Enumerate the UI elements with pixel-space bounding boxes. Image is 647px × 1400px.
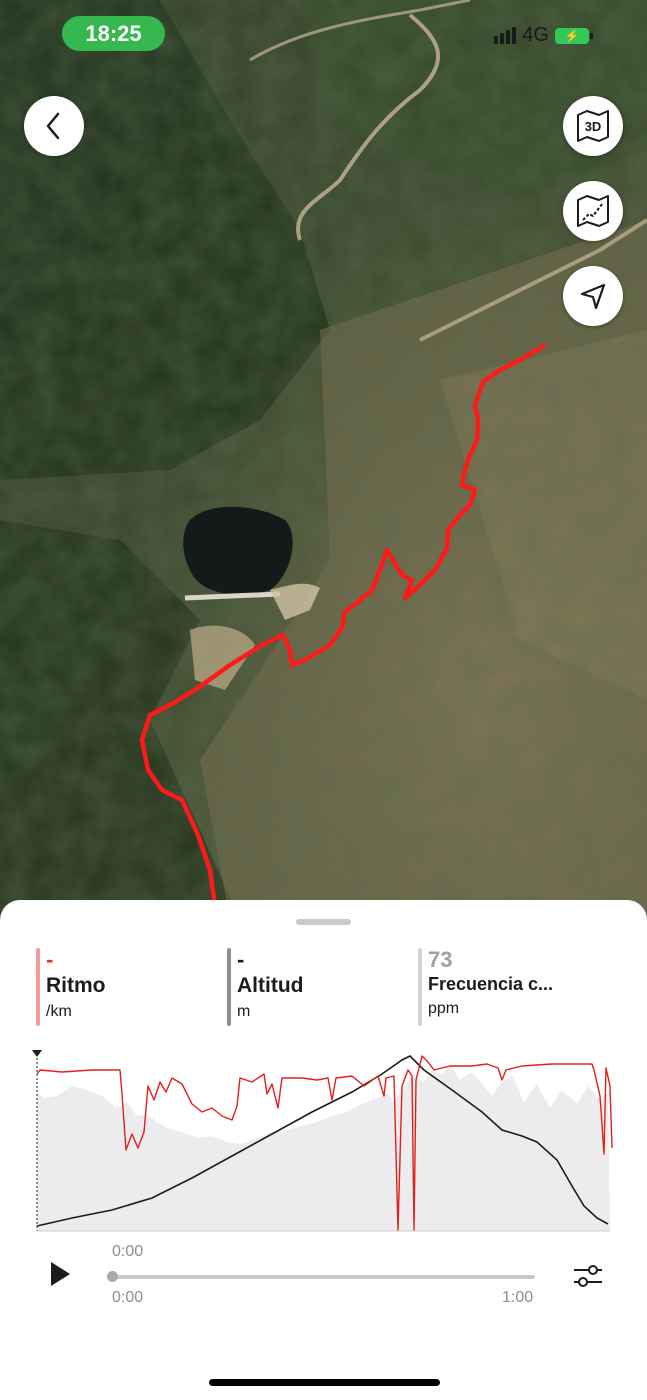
metric-heart-rate[interactable]: 73 Frecuencia c... ppm: [418, 948, 628, 1026]
sliders-icon: [574, 1265, 602, 1287]
metric-pace-name: Ritmo: [46, 974, 106, 997]
home-indicator[interactable]: [209, 1379, 440, 1386]
metric-pace[interactable]: - Ritmo /km: [36, 948, 226, 1026]
map-3d-label: 3D: [585, 119, 602, 134]
timeline-scrubber-knob[interactable]: [107, 1271, 118, 1282]
end-time-label: 1:00: [502, 1289, 534, 1306]
metric-heart-rate-value: 73: [428, 947, 453, 972]
metric-altitude-unit: m: [237, 1003, 251, 1020]
metric-pace-value: -: [46, 947, 54, 972]
chevron-left-icon: [46, 112, 60, 140]
locate-button[interactable]: [563, 266, 623, 326]
terrain-map-image: [0, 0, 647, 920]
play-icon: [51, 1262, 70, 1286]
satellite-map[interactable]: [0, 0, 647, 920]
map-3d-button[interactable]: 3D: [563, 96, 623, 156]
playhead-marker: [32, 1050, 42, 1057]
navigation-arrow-icon: [580, 283, 606, 310]
map-3d-icon: 3D: [577, 110, 609, 142]
metric-pace-unit: /km: [46, 1003, 72, 1020]
metric-altitude-name: Altitud: [237, 974, 304, 997]
metric-altitude[interactable]: - Altitud m: [227, 948, 417, 1026]
timeline-scrubber[interactable]: [111, 1275, 535, 1279]
map-layers-icon: [577, 195, 609, 227]
sheet-drag-handle[interactable]: [296, 919, 351, 925]
network-type: 4G: [522, 24, 549, 46]
metric-heart-rate-unit: ppm: [428, 1000, 460, 1017]
status-indicators: 4G ⚡: [494, 24, 593, 47]
start-time-label: 0:00: [112, 1289, 144, 1306]
current-time-label: 0:00: [112, 1243, 144, 1260]
status-time: 18:25: [62, 16, 165, 51]
metric-altitude-value: -: [237, 947, 245, 972]
metric-pace-color-bar: [36, 948, 40, 1026]
battery-charging-icon: ⚡: [555, 27, 593, 44]
metric-altitude-color-bar: [227, 948, 231, 1026]
graph-settings-button[interactable]: [571, 1262, 605, 1290]
workout-bottom-sheet: - Ritmo /km - Altitud m 73 Frecuencia c.…: [0, 900, 647, 1400]
back-button[interactable]: [24, 96, 84, 156]
play-button[interactable]: [48, 1261, 72, 1287]
metric-heart-rate-color-bar: [418, 948, 422, 1026]
map-style-button[interactable]: [563, 181, 623, 241]
signal-icon: [494, 27, 517, 44]
metric-heart-rate-name: Frecuencia c...: [428, 974, 554, 994]
workout-graph[interactable]: [32, 1046, 614, 1236]
